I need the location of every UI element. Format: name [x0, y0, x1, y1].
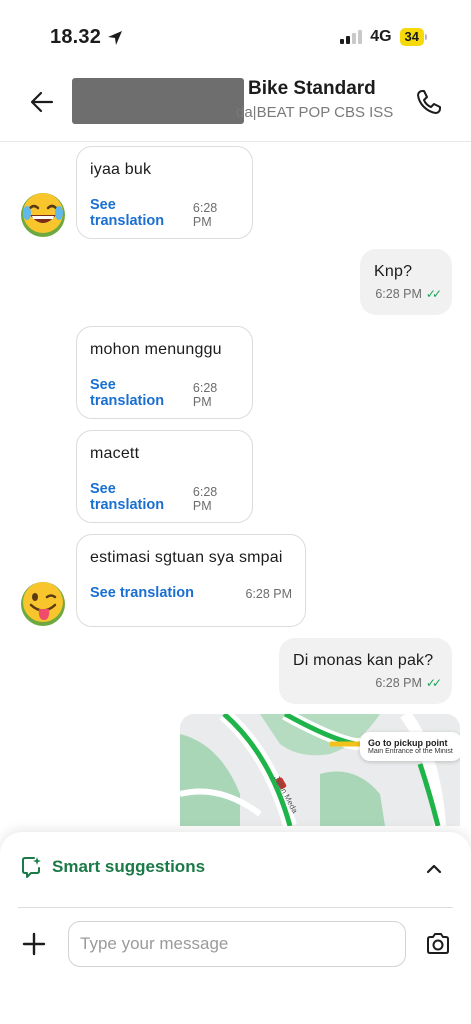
message-time: 6:28 PM [245, 587, 292, 601]
smart-suggestions-icon [22, 857, 41, 878]
map-preview[interactable]: Jalan Meda Go to pickup point Main Entra… [180, 714, 460, 826]
chat-header: Bike Standard da|BEAT POP CBS ISS [0, 70, 471, 142]
message-text: estimasi sgtuan sya smpai [90, 549, 283, 566]
message-input[interactable] [68, 921, 406, 967]
phone-icon[interactable] [415, 88, 443, 116]
smart-suggestions-label: Smart suggestions [52, 857, 206, 876]
smart-suggestions-toggle[interactable]: Smart suggestions [20, 856, 205, 878]
status-bar: 18.32 4G 34 [0, 0, 471, 70]
see-translation-link[interactable]: See translation [90, 377, 193, 409]
incoming-message: iyaa buk See translation 6:28 PM [76, 146, 253, 239]
network-label: 4G [370, 28, 392, 45]
laughing-tears-emoji [21, 193, 65, 237]
see-translation-link[interactable]: See translation [90, 481, 193, 513]
map-graphic [180, 714, 460, 826]
message-text: iyaa buk [90, 161, 152, 178]
location-arrow-icon [108, 30, 123, 45]
message-text: Knp? [374, 263, 413, 280]
outgoing-message: Di monas kan pak? 6:28 PM ✓✓ [279, 638, 452, 704]
message-list[interactable]: iyaa buk See translation 6:28 PM Knp? 6:… [0, 143, 471, 833]
message-time: 6:28 PM [375, 287, 422, 301]
back-arrow-icon[interactable] [28, 88, 56, 116]
contact-subtitle: da|BEAT POP CBS ISS [236, 104, 394, 121]
see-translation-link[interactable]: See translation [90, 197, 193, 229]
message-text: mohon menunggu [90, 341, 222, 358]
outgoing-message: Knp? 6:28 PM ✓✓ [360, 249, 452, 315]
camera-icon[interactable] [425, 932, 451, 956]
battery-icon: 34 [399, 28, 427, 46]
battery-level: 34 [399, 28, 424, 46]
pickup-card: Go to pickup point Main Entrance of the … [360, 732, 460, 761]
message-time: 6:28 PM [192, 485, 218, 513]
chevron-up-icon[interactable] [425, 860, 443, 878]
pickup-card-title: Go to pickup point [368, 738, 448, 748]
message-text: Di monas kan pak? [293, 652, 434, 669]
winking-tongue-emoji [21, 582, 65, 626]
see-translation-link[interactable]: See translation [90, 585, 194, 601]
message-time: 6:28 PM [192, 381, 218, 409]
message-time: 6:28 PM [192, 201, 218, 229]
status-time: 18.32 [50, 26, 123, 49]
plus-icon[interactable] [22, 932, 46, 956]
status-indicators: 4G 34 [340, 28, 427, 46]
incoming-message: estimasi sgtuan sya smpai See translatio… [76, 534, 306, 627]
redacted-name-block [72, 78, 244, 124]
contact-title: Bike Standard [248, 78, 376, 99]
message-text: macett [90, 445, 140, 462]
sheet-divider [18, 907, 453, 908]
pickup-card-subtitle: Main Entrance of the Minist [368, 748, 453, 755]
clock-text: 18.32 [50, 26, 102, 48]
signal-icon [340, 30, 363, 44]
message-time: 6:28 PM [375, 676, 422, 690]
read-check-icon: ✓✓ [425, 676, 442, 690]
incoming-message: macett See translation 6:28 PM [76, 430, 253, 523]
read-check-icon: ✓✓ [425, 287, 442, 301]
composer-sheet: Smart suggestions [0, 832, 471, 1024]
incoming-message: mohon menunggu See translation 6:28 PM [76, 326, 253, 419]
